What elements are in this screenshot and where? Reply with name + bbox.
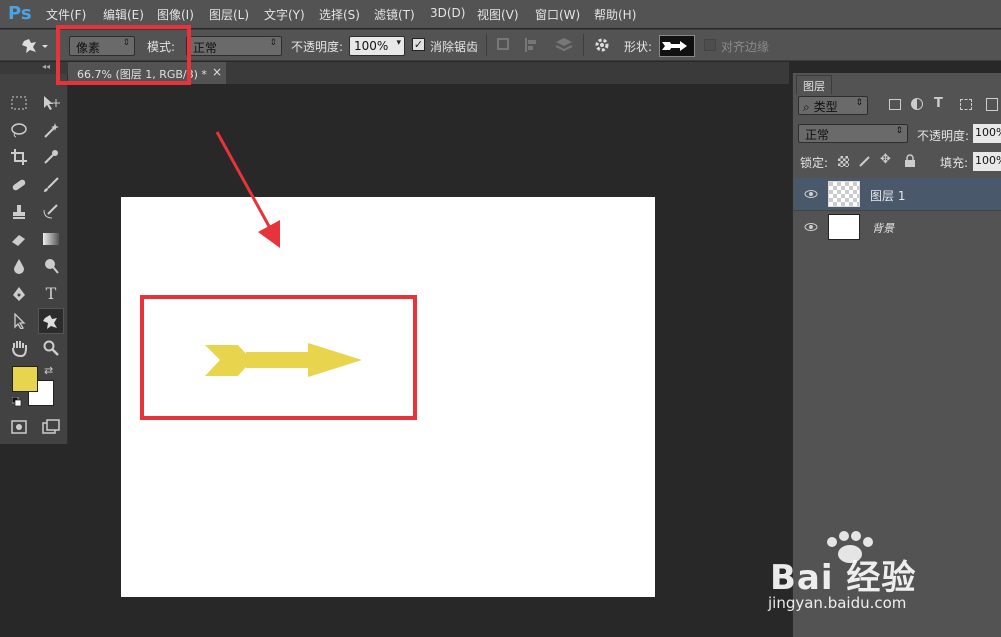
fill-input[interactable]: 100%	[973, 152, 1001, 171]
select-arrow-icon: ⇕	[895, 126, 903, 136]
brush-tool-icon[interactable]	[40, 174, 62, 196]
path-alignment-icon[interactable]	[524, 37, 538, 56]
shape-picker[interactable]	[659, 35, 695, 57]
menu-layer[interactable]: 图层(L)	[209, 6, 249, 23]
healing-brush-tool-icon[interactable]	[8, 174, 30, 196]
adjustment-filter-icon[interactable]	[911, 98, 923, 110]
menu-type[interactable]: 文字(Y)	[264, 6, 305, 23]
pixel-filter-icon[interactable]	[889, 99, 901, 110]
opacity-input[interactable]: 100% ▾	[349, 36, 405, 56]
pen-tool-icon[interactable]	[8, 283, 30, 305]
layer-opacity-input[interactable]: 100%	[973, 124, 1001, 143]
visibility-eye-icon[interactable]	[804, 187, 818, 201]
move-tool-icon[interactable]	[40, 92, 62, 114]
close-tab-icon[interactable]: ×	[212, 65, 222, 79]
menu-bar: Ps 文件(F) 编辑(E) 图像(I) 图层(L) 文字(Y) 选择(S) 滤…	[0, 0, 1001, 28]
menu-view[interactable]: 视图(V)	[477, 6, 519, 23]
foreground-color-swatch[interactable]	[12, 366, 38, 392]
hand-tool-icon[interactable]	[8, 337, 30, 359]
menu-3d[interactable]: 3D(D)	[430, 6, 465, 20]
visibility-eye-icon[interactable]	[804, 220, 818, 234]
opacity-dropdown-icon[interactable]: ▾	[396, 38, 401, 48]
dodge-tool-icon[interactable]	[40, 255, 62, 277]
blend-mode-value: 正常	[805, 128, 830, 142]
eraser-tool-icon[interactable]	[8, 228, 30, 250]
options-divider	[486, 34, 487, 56]
path-selection-tool-icon[interactable]	[8, 310, 30, 332]
blur-tool-icon[interactable]	[8, 255, 30, 277]
type-filter-icon[interactable]: T	[934, 96, 943, 111]
lock-all-icon[interactable]	[904, 154, 916, 171]
menu-image[interactable]: 图像(I)	[157, 6, 194, 23]
history-brush-tool-icon[interactable]	[40, 201, 62, 223]
layer-opacity-label: 不透明度:	[917, 129, 970, 143]
layer-name: 图层 1	[870, 189, 906, 203]
app-logo: Ps	[8, 3, 32, 24]
menu-edit[interactable]: 编辑(E)	[103, 6, 144, 23]
path-arrangement-icon[interactable]	[554, 36, 574, 57]
quick-mask-icon[interactable]	[8, 416, 30, 438]
eyedropper-tool-icon[interactable]	[40, 146, 62, 168]
type-tool-icon[interactable]: T	[40, 283, 62, 305]
default-colors-icon[interactable]	[11, 396, 22, 407]
shape-label: 形状:	[624, 40, 653, 54]
antialias-label: 消除锯齿	[430, 40, 479, 54]
layers-panel-tab[interactable]: 图层	[796, 75, 832, 94]
layer-row[interactable]: 图层 1	[794, 178, 1001, 210]
layer-thumbnail	[828, 181, 860, 207]
screen-mode-icon[interactable]	[40, 416, 62, 438]
fill-label: 填充:	[940, 156, 969, 170]
lasso-tool-icon[interactable]	[8, 119, 30, 141]
search-icon: ⌕	[803, 100, 810, 114]
menu-select[interactable]: 选择(S)	[319, 6, 360, 23]
layer-name: 背景	[872, 222, 894, 235]
highlight-box-shape	[140, 295, 417, 420]
shape-filter-icon[interactable]	[960, 99, 972, 110]
gradient-tool-icon[interactable]	[40, 228, 62, 250]
magic-wand-tool-icon[interactable]	[40, 119, 62, 141]
options-divider	[583, 34, 584, 56]
custom-shape-tool-icon[interactable]	[38, 308, 64, 334]
marquee-tool-icon[interactable]	[8, 92, 30, 114]
menu-file[interactable]: 文件(F)	[46, 6, 86, 23]
tools-panel: ◂◂ T ⇄	[0, 62, 68, 444]
align-edges-checkbox[interactable]	[704, 39, 716, 51]
blend-mode-select[interactable]: 正常 ⇕	[798, 124, 908, 143]
watermark-url: jingyan.baidu.com	[768, 594, 907, 612]
custom-shape-tool-icon[interactable]	[20, 37, 50, 58]
menu-window[interactable]: 窗口(W)	[535, 6, 580, 23]
clone-stamp-tool-icon[interactable]	[8, 201, 30, 223]
mode-select[interactable]: 正常 ⇕	[186, 36, 282, 56]
smart-object-filter-icon[interactable]	[986, 98, 998, 111]
layer-filter-select[interactable]: ⌕ 类型 ⇕	[798, 96, 868, 115]
antialias-checkbox[interactable]: ✓	[412, 38, 425, 51]
mode-value: 正常	[193, 41, 218, 55]
select-arrow-icon: ⇕	[269, 38, 277, 48]
lock-label: 锁定:	[800, 156, 829, 170]
opacity-label: 不透明度:	[291, 40, 344, 54]
layer-thumbnail	[828, 214, 860, 240]
path-operations-icon[interactable]	[497, 38, 509, 50]
opacity-value: 100%	[354, 39, 389, 53]
select-arrow-icon: ⇕	[855, 98, 863, 108]
menu-filter[interactable]: 滤镜(T)	[374, 6, 415, 23]
gear-icon[interactable]	[594, 37, 612, 58]
lock-transparent-icon[interactable]	[838, 156, 849, 167]
lock-pixels-icon[interactable]	[858, 154, 872, 171]
zoom-tool-icon[interactable]	[40, 337, 62, 359]
menu-help[interactable]: 帮助(H)	[594, 6, 636, 23]
swap-colors-icon[interactable]: ⇄	[44, 364, 53, 377]
annotation-arrow	[215, 131, 280, 248]
layer-filter-value: 类型	[813, 100, 838, 114]
arrow-shape-icon	[662, 41, 687, 51]
baidu-watermark: Bai 经验 jingyan.baidu.com	[762, 530, 962, 620]
watermark-brand: Bai 经验	[770, 558, 917, 598]
crop-tool-icon[interactable]	[8, 146, 30, 168]
highlight-box-options	[56, 25, 191, 85]
layer-row[interactable]: 背景	[794, 210, 1001, 242]
align-edges-label: 对齐边缘	[721, 40, 770, 54]
lock-position-icon[interactable]: ✥	[880, 152, 891, 167]
